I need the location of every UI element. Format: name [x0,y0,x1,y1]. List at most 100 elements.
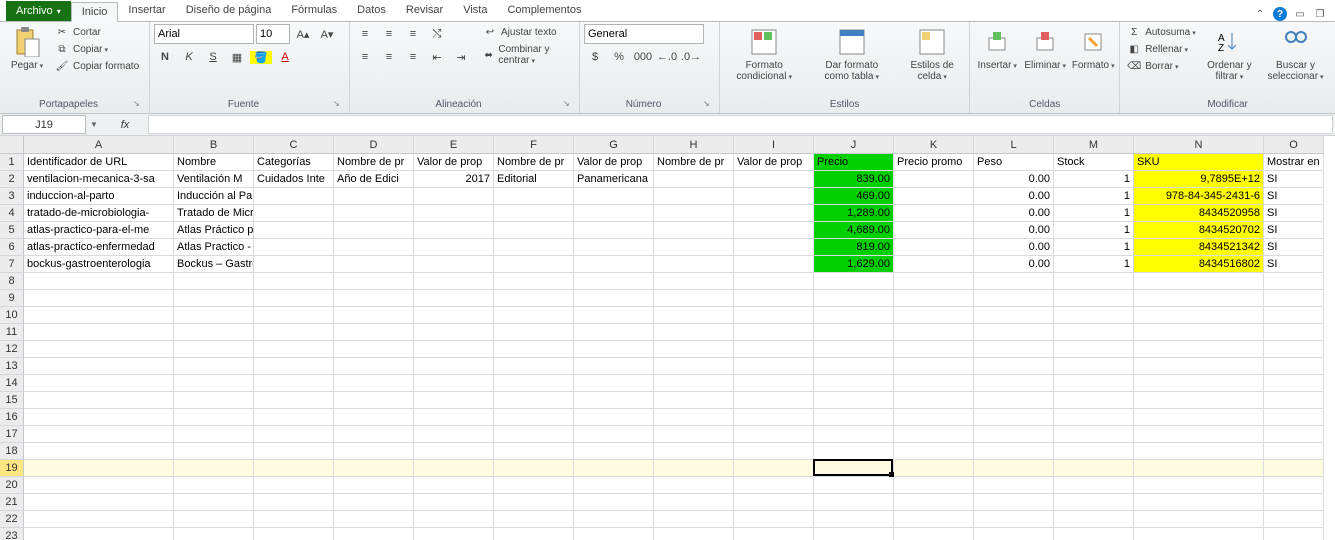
cell[interactable]: 8434521342 [1134,239,1264,256]
cell[interactable] [414,307,494,324]
cell[interactable] [814,307,894,324]
tab-addins[interactable]: Complementos [497,1,591,21]
row-header-21[interactable]: 21 [0,494,24,511]
cell[interactable] [974,511,1054,528]
cell[interactable] [654,222,734,239]
cell[interactable] [254,409,334,426]
cell[interactable] [1054,511,1134,528]
cell[interactable] [1134,341,1264,358]
cell[interactable] [894,409,974,426]
cell[interactable] [24,341,174,358]
cell[interactable] [414,494,494,511]
sort-filter-button[interactable]: AZOrdenar y filtrar [1201,24,1258,84]
cell[interactable] [1264,375,1324,392]
cell[interactable] [1134,375,1264,392]
cell[interactable] [24,460,174,477]
row-header-14[interactable]: 14 [0,375,24,392]
cell[interactable] [414,205,494,222]
cell[interactable] [494,528,574,540]
cell[interactable] [574,460,654,477]
col-header-L[interactable]: L [974,136,1054,154]
col-header-O[interactable]: O [1264,136,1324,154]
cell[interactable] [254,460,334,477]
row-header-4[interactable]: 4 [0,205,24,222]
cell[interactable] [24,375,174,392]
cell[interactable] [654,205,734,222]
minimize-icon[interactable]: ▭ [1293,7,1307,21]
cell[interactable] [814,460,894,477]
cell[interactable]: 1,289.00 [814,205,894,222]
cell[interactable]: Precio promo [894,154,974,171]
row-header-17[interactable]: 17 [0,426,24,443]
cell[interactable] [174,443,254,460]
cell[interactable]: Mostrar en [1264,154,1324,171]
tab-home[interactable]: Inicio [71,2,119,22]
cell[interactable] [24,307,174,324]
row-header-18[interactable]: 18 [0,443,24,460]
cell[interactable] [254,239,334,256]
cell[interactable] [1134,426,1264,443]
name-box-dropdown[interactable]: ▼ [86,114,102,135]
cell[interactable] [414,443,494,460]
thousands-icon[interactable]: 000 [632,47,654,67]
cell[interactable] [894,205,974,222]
cell[interactable] [734,477,814,494]
cell[interactable] [494,222,574,239]
row-header-16[interactable]: 16 [0,409,24,426]
cell[interactable] [654,375,734,392]
cell[interactable]: Año de Edici [334,171,414,188]
cell[interactable]: 8434520958 [1134,205,1264,222]
cell[interactable] [1264,290,1324,307]
cell[interactable] [1054,443,1134,460]
delete-cells-button[interactable]: Eliminar [1022,24,1068,73]
cell[interactable] [414,358,494,375]
cell[interactable] [254,307,334,324]
percent-icon[interactable]: % [608,47,630,67]
cell[interactable] [574,307,654,324]
cell[interactable] [334,375,414,392]
align-bottom-icon[interactable]: ≡ [402,24,424,44]
cell[interactable] [734,392,814,409]
cell[interactable]: 1 [1054,171,1134,188]
row-header-7[interactable]: 7 [0,256,24,273]
align-middle-icon[interactable]: ≡ [378,24,400,44]
col-header-B[interactable]: B [174,136,254,154]
row-header-6[interactable]: 6 [0,239,24,256]
cell[interactable] [334,188,414,205]
cell[interactable]: Bockus – Gastroenterología 3ºEd. T. IV [174,256,254,273]
cell[interactable] [734,460,814,477]
cell[interactable] [1264,528,1324,540]
cell[interactable] [814,477,894,494]
cell[interactable] [254,222,334,239]
cell[interactable]: 839.00 [814,171,894,188]
cell[interactable]: SI [1264,205,1324,222]
orientation-icon[interactable]: ⤭ [426,24,448,44]
cell[interactable] [814,443,894,460]
cell[interactable] [494,477,574,494]
cell[interactable] [1264,511,1324,528]
row-header-8[interactable]: 8 [0,273,24,290]
cell[interactable] [1264,409,1324,426]
cell[interactable] [254,392,334,409]
paste-button[interactable]: Pegar [4,24,50,73]
number-format-select[interactable] [584,24,704,44]
align-left-icon[interactable]: ≡ [354,47,376,67]
tab-formulas[interactable]: Fórmulas [281,1,347,21]
cell[interactable] [1264,358,1324,375]
help-icon[interactable]: ? [1273,7,1287,21]
find-select-button[interactable]: Buscar y seleccionar [1260,24,1331,84]
cell[interactable]: 1 [1054,239,1134,256]
cell[interactable] [254,290,334,307]
cell[interactable] [1054,341,1134,358]
cell[interactable] [254,188,334,205]
cell[interactable]: SI [1264,222,1324,239]
cell[interactable] [974,443,1054,460]
cell[interactable] [254,375,334,392]
clear-button[interactable]: ⌫Borrar [1124,58,1199,74]
cell[interactable] [574,324,654,341]
cell[interactable] [654,307,734,324]
cell[interactable] [574,341,654,358]
cell[interactable] [414,375,494,392]
decrease-font-icon[interactable]: A▾ [316,24,338,44]
format-painter-button[interactable]: 🖌Copiar formato [52,58,142,74]
